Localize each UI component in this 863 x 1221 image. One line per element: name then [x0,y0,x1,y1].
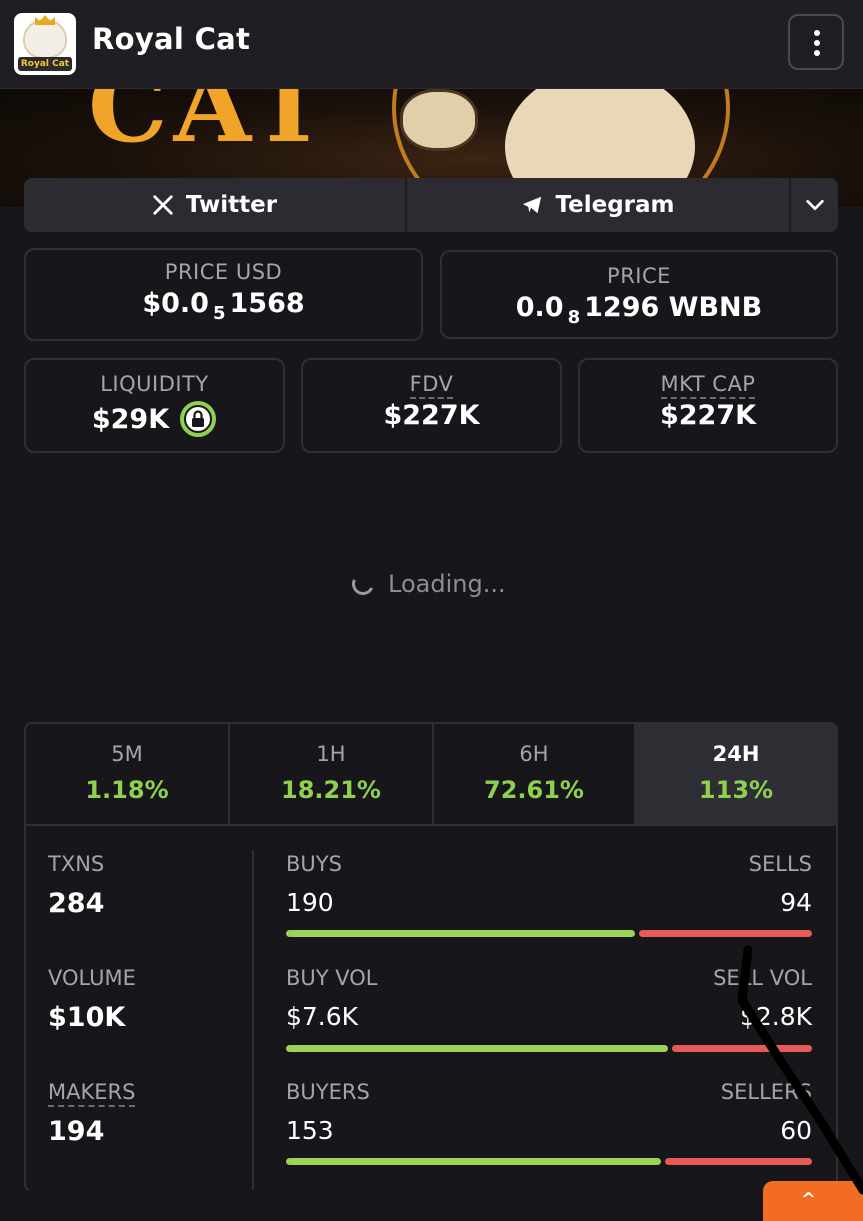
tab-change: 113% [698,776,774,804]
sells-label: SELLS [748,852,812,876]
telegram-icon [523,196,542,214]
price-usd-prefix: $0.0 [142,288,209,319]
trading-stats-panel: 5M 1.18% 1H 18.21% 6H 72.61% 24H 113% TX… [24,722,838,1192]
top-bar: Royal Cat Royal Cat [0,0,863,89]
price-usd-zero-count: 5 [212,303,226,324]
chevron-down-icon [805,199,824,211]
txns-value: 284 [48,888,105,919]
liquidity-card: LIQUIDITY $29K [24,358,285,453]
twitter-link[interactable]: Twitter [24,178,405,232]
price-native-zero-count: 8 [567,307,581,328]
buyers-value: 153 [286,1116,334,1145]
buys-bar [286,930,635,937]
buys-label: BUYS [286,852,342,876]
price-native-card: PRICE 0.0 8 1296 WBNB [440,250,838,339]
fdv-label-wrap: FDV [303,372,560,399]
sellers-label: SELLERS [720,1080,812,1104]
price-usd-value: $0.0 5 1568 [26,288,421,324]
txns-label: TXNS [48,852,105,876]
buyers-label: BUYERS [286,1080,370,1104]
more-options-button[interactable] [788,14,844,70]
volume-label: VOLUME [48,966,136,990]
sell-vol-bar [672,1045,812,1052]
column-divider [252,850,254,1190]
price-native-label: PRICE [607,264,671,288]
banner-cat-paw [400,89,478,151]
sellers-value: 60 [780,1116,812,1145]
tab-label: 5M [111,742,143,766]
lock-icon[interactable] [179,400,217,438]
fdv-value: $227K [383,400,480,431]
volume-value: $10K [48,1002,126,1033]
tab-label: 6H [519,742,549,766]
tab-1h[interactable]: 1H 18.21% [230,724,432,824]
price-native-prefix: 0.0 [515,292,564,323]
price-native-suffix: 1296 WBNB [584,292,763,323]
makers-label-wrap: MAKERS [48,1080,136,1107]
makers-value: 194 [48,1116,105,1147]
liquidity-label: LIQUIDITY [100,372,209,396]
telegram-label: Telegram [555,192,675,218]
tab-change: 18.21% [281,776,381,804]
banner-artwork-text: CAT [88,89,333,165]
buy-vol-bar [286,1045,668,1052]
tab-5m[interactable]: 5M 1.18% [26,724,228,824]
buy-vol-value: $7.6K [286,1002,359,1031]
social-links-bar: Twitter Telegram [24,178,838,232]
price-usd-suffix: 1568 [229,288,305,319]
vertical-dots-icon [814,40,820,46]
vertical-dots-icon [814,30,820,36]
buy-vol-label: BUY VOL [286,966,378,990]
crown-icon [35,15,55,25]
sell-vol-value: $2.8K [739,1002,812,1031]
tab-change: 1.18% [85,776,169,804]
timeframe-tabs: 5M 1.18% 1H 18.21% 6H 72.61% 24H 113% [26,724,836,826]
cat-logo-icon [23,19,67,59]
price-usd-label: PRICE USD [164,260,283,284]
sell-vol-label: SELL VOL [713,966,812,990]
spinner-icon [348,569,378,599]
tab-24h[interactable]: 24H 113% [636,724,836,824]
chart-loading: Loading... [348,569,506,599]
x-twitter-icon [153,195,173,215]
buyers-bar [286,1158,661,1165]
telegram-link[interactable]: Telegram [407,178,789,232]
mkt-cap-label[interactable]: MKT CAP [660,372,756,399]
token-name: Royal Cat [92,22,251,56]
makers-label[interactable]: MAKERS [48,1080,136,1107]
tab-label: 1H [316,742,346,766]
twitter-label: Twitter [185,192,278,218]
mkt-cap-label-wrap: MKT CAP [580,372,836,399]
bottom-nav-edge [0,1190,863,1200]
liquidity-value-row: $29K [26,400,283,438]
mkt-cap-value: $227K [659,400,757,431]
logo-text: Royal Cat [18,57,72,71]
tab-change: 72.61% [484,776,584,804]
sells-bar [639,930,812,937]
price-usd-card: PRICE USD $0.0 5 1568 [24,248,423,341]
token-logo: Royal Cat [14,13,76,75]
buys-value: 190 [286,888,334,917]
scroll-top-button[interactable]: ^ [763,1181,863,1221]
price-native-value: 0.0 8 1296 WBNB [442,292,836,328]
tab-label: 24H [712,742,760,766]
loading-text: Loading... [388,570,506,598]
tab-6h[interactable]: 6H 72.61% [434,724,634,824]
sells-value: 94 [780,888,812,917]
sellers-bar [665,1158,812,1165]
fdv-label[interactable]: FDV [409,372,454,399]
fdv-card: FDV $227K [301,358,562,453]
liquidity-value: $29K [91,403,170,435]
mkt-cap-card: MKT CAP $227K [578,358,838,453]
vertical-dots-icon [814,50,820,56]
more-links-button[interactable] [791,178,838,232]
